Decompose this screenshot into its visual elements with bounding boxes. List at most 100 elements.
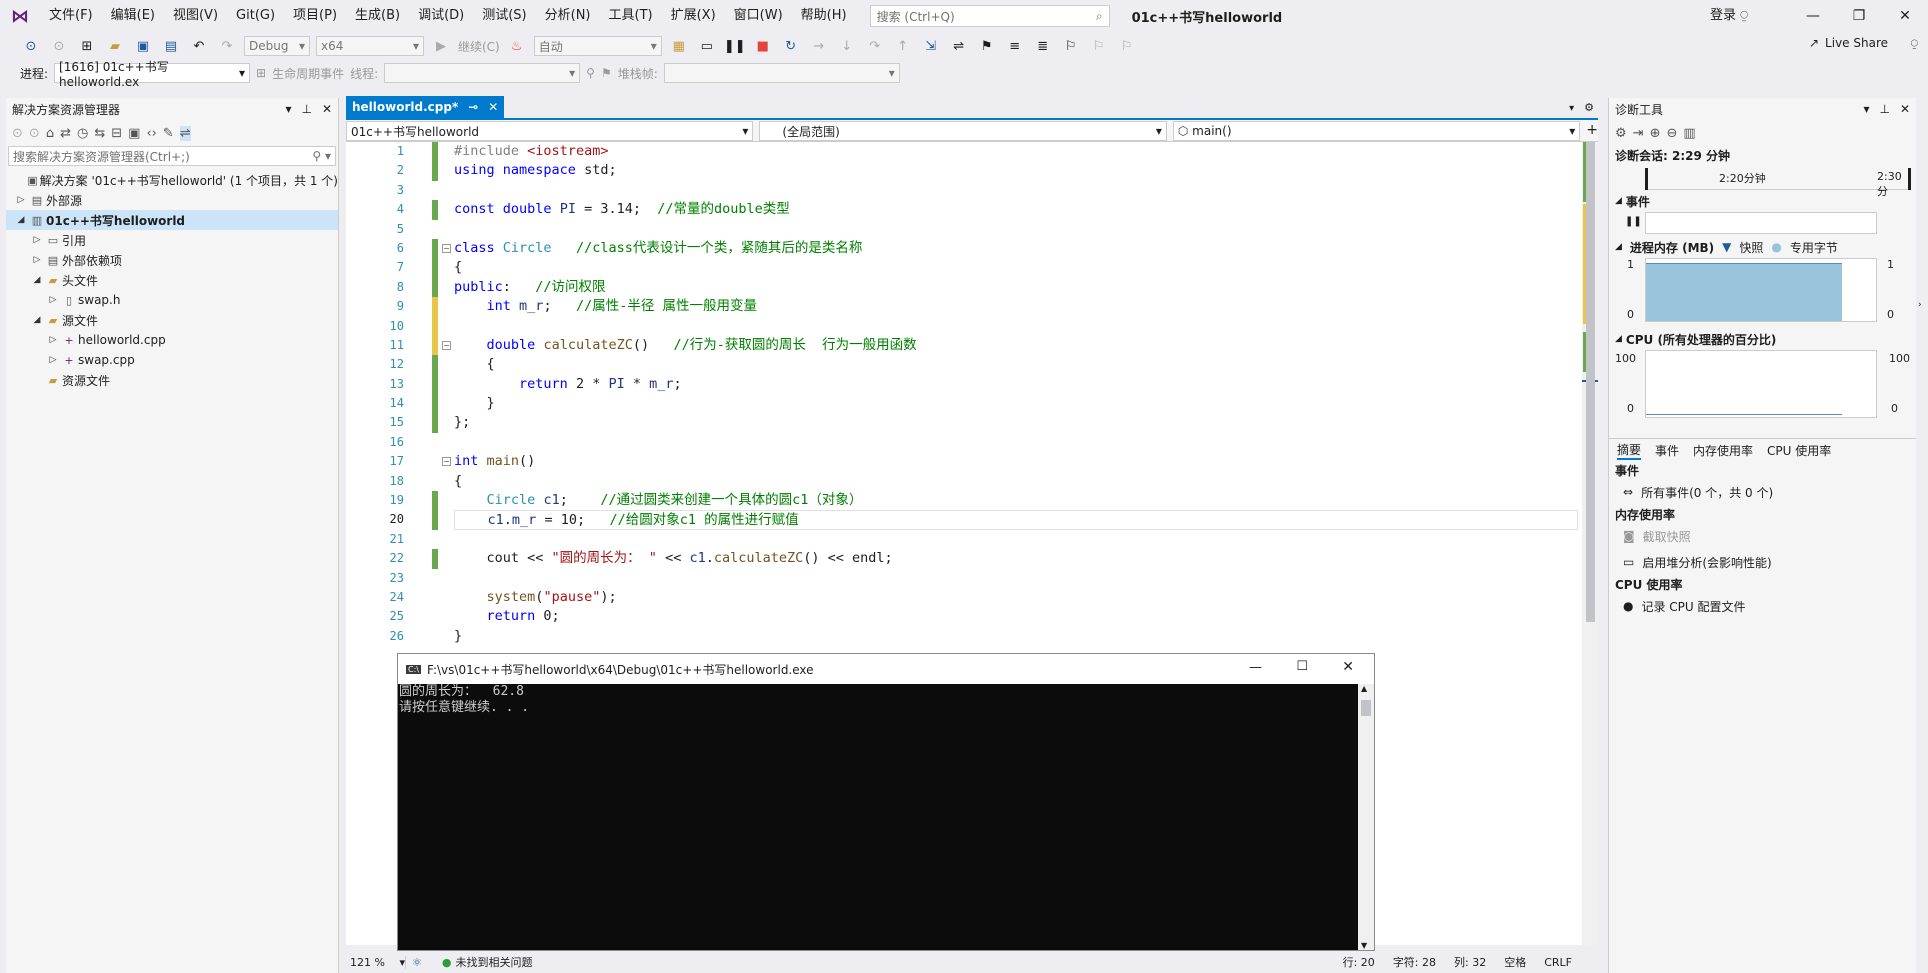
pin-icon[interactable]: ⊥	[1879, 102, 1889, 116]
line-indicator[interactable]: 行: 20	[1343, 954, 1375, 970]
diagnostics-tab[interactable]: 内存使用率	[1693, 442, 1753, 459]
minimize-button[interactable]: —	[1790, 0, 1836, 32]
console-scrollbar[interactable]: ▲ ▼	[1358, 684, 1374, 950]
filter-icon[interactable]: ⚲	[586, 66, 595, 80]
code-line[interactable]	[454, 569, 1578, 588]
comment-icon[interactable]: ≡	[1004, 35, 1026, 57]
diagnostics-tab[interactable]: 摘要	[1617, 441, 1642, 460]
zoom-in-icon[interactable]: ⊕	[1650, 126, 1661, 141]
bookmark-icon[interactable]: ⚑	[976, 35, 998, 57]
breakpoint-icon[interactable]: ⇲	[920, 35, 942, 57]
step-into-icon[interactable]: ↓	[836, 35, 858, 57]
select-tools-icon[interactable]: ⇥	[1633, 126, 1644, 141]
code-line[interactable]	[454, 433, 1578, 452]
code-line[interactable]	[454, 530, 1578, 549]
member-nav-select[interactable]: ⬡ main() ▾	[1172, 121, 1581, 141]
tree-item[interactable]: ▷ ▤ 外部源	[6, 190, 338, 210]
login-button[interactable]: 登录 ⍜	[1710, 0, 1748, 32]
back-icon[interactable]: ⊙	[20, 35, 42, 57]
hot-reload-icon[interactable]: ♨	[506, 35, 528, 57]
pin-icon[interactable]: ⊸	[468, 100, 478, 114]
line-ending-indicator[interactable]: CRLF	[1544, 956, 1572, 969]
expand-arrow-icon[interactable]: ▷	[46, 335, 60, 345]
open-folder-icon[interactable]: ▰	[104, 35, 126, 57]
pin-icon[interactable]: ⊥	[301, 102, 311, 116]
expand-arrow-icon[interactable]: ◢	[14, 215, 28, 225]
live-share-button[interactable]: ↗ Live Share	[1809, 36, 1888, 50]
expand-arrow-icon[interactable]: ◢	[30, 275, 44, 285]
collapse-icon[interactable]: ⊟	[111, 126, 122, 141]
console-window[interactable]: C:\ F:\vs\01c++书写helloworld\x64\Debug\01…	[397, 653, 1375, 951]
collapse-arrow-icon[interactable]: ◢	[1615, 196, 1622, 206]
home-icon[interactable]: ⌂	[46, 126, 54, 141]
intellicode-icon[interactable]: ⚛	[412, 956, 422, 969]
tree-item[interactable]: ▷ ▤ 外部依赖项	[6, 250, 338, 270]
code-line[interactable]: Circle c1; //通过圆类来创建一个具体的圆c1（对象）	[454, 491, 1578, 510]
code-line[interactable]: class Circle //class代表设计一个类，紧随其后的是类名称	[454, 239, 1578, 258]
restore-button[interactable]: ❐	[1836, 0, 1882, 32]
stop-icon[interactable]: ■	[752, 35, 774, 57]
diagnostics-tab[interactable]: CPU 使用率	[1767, 442, 1831, 459]
code-line[interactable]: public: //访问权限	[454, 278, 1578, 297]
new-project-icon[interactable]: ⊞	[76, 35, 98, 57]
process-select[interactable]: [1616] 01c++书写helloworld.ex ▾	[54, 60, 251, 89]
all-events-link[interactable]: ⇔ 所有事件(0 个，共 0 个)	[1609, 479, 1916, 505]
continue-icon[interactable]: ▶	[430, 35, 452, 57]
menu-item[interactable]: 编辑(E)	[102, 0, 164, 32]
code-line[interactable]: using namespace std;	[454, 161, 1578, 180]
take-snapshot-button[interactable]: ◙ 截取快照	[1609, 523, 1916, 549]
tree-item[interactable]: ◢ ▰ 源文件	[6, 310, 338, 330]
save-icon[interactable]: ▣	[132, 35, 154, 57]
code-line[interactable]: system("pause");	[454, 588, 1578, 607]
scope-nav-select[interactable]: (全局范围) ▾	[759, 121, 1167, 141]
expand-arrow-icon[interactable]: ▷	[30, 235, 44, 245]
forward-icon[interactable]: ⊙	[48, 35, 70, 57]
events-track[interactable]	[1645, 212, 1877, 234]
code-line[interactable]	[454, 181, 1578, 200]
settings-icon[interactable]: ⚙	[1580, 101, 1598, 118]
diagnostics-tab[interactable]: 事件	[1655, 442, 1679, 459]
expand-arrow-icon[interactable]: ◢	[30, 315, 44, 325]
record-cpu-button[interactable]: ● 记录 CPU 配置文件	[1609, 593, 1916, 619]
code-line[interactable]: }	[454, 627, 1578, 646]
pause-icon[interactable]: ❚❚	[1625, 216, 1642, 227]
scroll-thumb[interactable]	[1361, 700, 1371, 716]
redo-icon[interactable]: ↷	[216, 35, 238, 57]
collapse-region-icon[interactable]: −	[442, 457, 451, 467]
step-out-icon[interactable]: ↑	[892, 35, 914, 57]
prev-bookmark-icon[interactable]: ⚐	[1088, 35, 1110, 57]
menu-item[interactable]: 调试(D)	[409, 0, 473, 32]
code-line[interactable]: {	[454, 258, 1578, 277]
code-line[interactable]: #include <iostream>	[454, 142, 1578, 161]
continue-button[interactable]: 继续(C)	[458, 38, 500, 55]
code-line[interactable]: return 2 * PI * m_r;	[454, 375, 1578, 394]
preview-icon[interactable]: ⇌	[179, 125, 191, 141]
menu-item[interactable]: 视图(V)	[164, 0, 227, 32]
lifecycle-events-button[interactable]: 生命周期事件	[272, 65, 344, 82]
save-all-icon[interactable]: ▤	[160, 35, 182, 57]
zoom-select[interactable]: 121 % ▾	[346, 955, 406, 969]
code-icon[interactable]: ‹›	[146, 126, 156, 141]
stack-frame-select[interactable]: ▾	[663, 63, 900, 83]
thread-flag-icon[interactable]: ⚑	[601, 66, 612, 80]
scroll-up-icon[interactable]: ▲	[1361, 684, 1367, 693]
tree-item[interactable]: ◢ ▥ 01c++书写helloworld	[6, 210, 338, 230]
code-line[interactable]	[454, 220, 1578, 239]
configuration-select[interactable]: Debug ▾	[244, 36, 310, 56]
uncomment-icon[interactable]: ≣	[1032, 35, 1054, 57]
code-line[interactable]	[454, 317, 1578, 336]
menu-item[interactable]: Git(G)	[227, 0, 284, 32]
code-line[interactable]: double calculateZC() //行为-获取圆的周长 行为一般用函数	[454, 336, 1578, 355]
show-all-icon[interactable]: ▣	[128, 126, 140, 141]
code-line[interactable]: {	[454, 355, 1578, 374]
code-line[interactable]: const double PI = 3.14; //常量的double类型	[454, 200, 1578, 219]
close-button[interactable]: ✕	[1882, 0, 1928, 32]
tab-overflow-icon[interactable]: ▾	[1563, 103, 1580, 118]
char-indicator[interactable]: 字符: 28	[1393, 954, 1436, 970]
collapse-region-icon[interactable]: −	[442, 244, 451, 253]
vertical-scrollbar[interactable]	[1582, 142, 1598, 945]
switch-views-icon[interactable]: ⇄	[60, 126, 71, 141]
toolbox-icon[interactable]: ▦	[668, 35, 690, 57]
whitespace-indicator[interactable]: 空格	[1504, 954, 1526, 970]
project-nav-select[interactable]: 01c++书写helloworld ▾	[346, 121, 754, 141]
